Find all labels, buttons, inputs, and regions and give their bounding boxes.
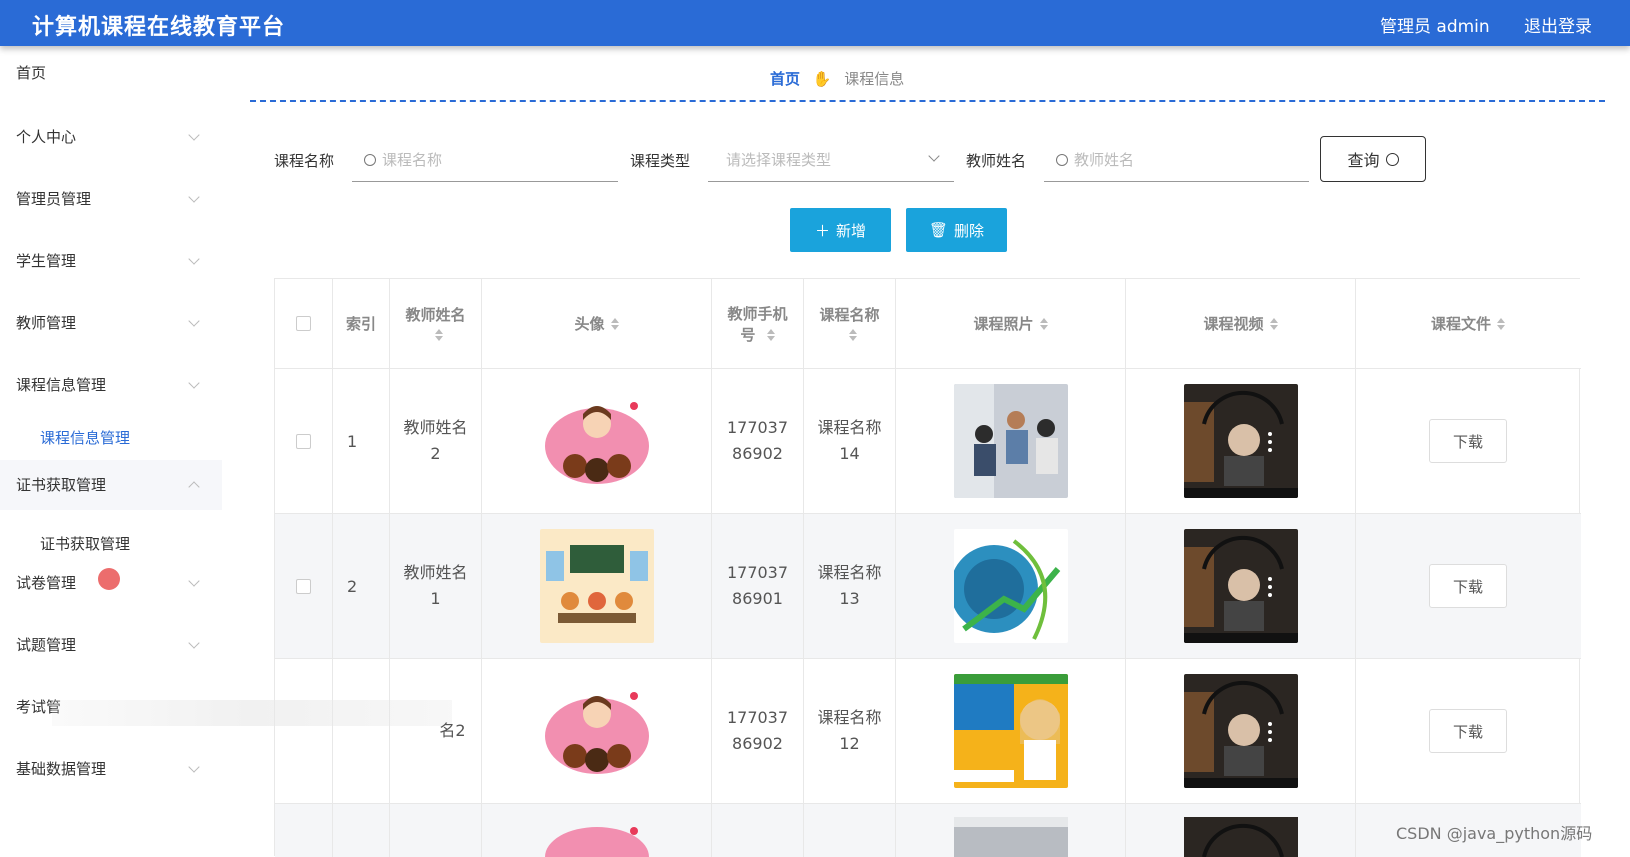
course-video-thumbnail xyxy=(1183,674,1298,788)
query-button[interactable]: 查询 xyxy=(1320,136,1426,182)
course-type-label: 课程类型 xyxy=(630,152,691,170)
plus-icon: ＋ xyxy=(814,221,830,240)
breadcrumb: 首页 ✋ 课程信息 xyxy=(770,68,904,89)
chevron-down-icon xyxy=(188,253,200,265)
sidebar-item-student-mgmt[interactable]: 学生管理 xyxy=(0,236,222,286)
course-video-thumbnail xyxy=(1183,529,1298,643)
download-button[interactable]: 下载 xyxy=(1429,419,1507,463)
avatar-cartoon-image xyxy=(539,674,654,788)
col-course-name[interactable]: 课程名称 xyxy=(804,279,896,368)
cell-teacher: 教师姓名2 xyxy=(403,418,468,463)
col-course-video[interactable]: 课程视频 xyxy=(1126,279,1356,368)
chevron-down-icon xyxy=(188,575,200,587)
table-header: 索引 教师姓名 头像 教师手机号 课程名称 课程照片 课程视频 课程文件 xyxy=(275,279,1581,369)
logout-link[interactable]: 退出登录 xyxy=(1524,12,1592,37)
course-name-label: 课程名称 xyxy=(274,152,335,170)
course-photo-english-class-poster xyxy=(953,674,1068,788)
sidebar-item-question-mgmt[interactable]: 试题管理 xyxy=(0,620,222,670)
col-index[interactable]: 索引 xyxy=(333,279,390,368)
cell-course: 课程名称12 xyxy=(817,708,882,753)
cell-course: 课程名称13 xyxy=(817,563,882,608)
mouse-cursor-indicator xyxy=(98,568,120,590)
table-row xyxy=(275,804,1581,857)
course-photo-classroom xyxy=(953,817,1068,857)
sort-icon xyxy=(1269,317,1278,330)
teacher-name-input[interactable]: 教师姓名 xyxy=(1044,138,1309,182)
select-all-checkbox[interactable] xyxy=(296,316,311,331)
app-title: 计算机课程在线教育平台 xyxy=(32,15,286,40)
col-phone[interactable]: 教师手机号 xyxy=(712,279,804,368)
table-row: 1 教师姓名2 17703786902 课程名称14 下载 xyxy=(275,369,1581,514)
avatar-cartoon-image xyxy=(539,384,654,498)
delete-button[interactable]: 🗑 删除 xyxy=(906,208,1007,252)
chevron-down-icon xyxy=(928,150,940,162)
col-course-photo[interactable]: 课程照片 xyxy=(896,279,1126,368)
cell-teacher: 名2 xyxy=(439,721,466,740)
sort-icon xyxy=(1497,317,1505,330)
download-button[interactable]: 下载 xyxy=(1429,564,1507,608)
row-checkbox[interactable] xyxy=(296,433,311,449)
sidebar-item-personal-center[interactable]: 个人中心 xyxy=(0,112,222,162)
chevron-down-icon xyxy=(188,129,200,141)
cell-index xyxy=(333,659,390,803)
search-icon xyxy=(1385,152,1399,166)
download-button[interactable]: 下载 xyxy=(1429,709,1507,753)
chevron-down-icon xyxy=(188,191,200,203)
col-course-file[interactable]: 课程文件 xyxy=(1356,279,1580,368)
chevron-down-icon xyxy=(188,637,200,649)
col-avatar[interactable]: 头像 xyxy=(482,279,712,368)
sort-icon xyxy=(1039,317,1048,330)
chevron-down-icon xyxy=(188,315,200,327)
sidebar-item-home[interactable]: 首页 xyxy=(0,48,222,98)
sidebar-item-admin-mgmt[interactable]: 管理员管理 xyxy=(0,174,222,224)
breadcrumb-current: 课程信息 xyxy=(844,70,905,88)
cell-phone: 17703786901 xyxy=(726,563,789,608)
add-button[interactable]: ＋新增 xyxy=(790,208,891,252)
cell-index: 1 xyxy=(333,369,390,513)
cell-index: 2 xyxy=(333,514,390,658)
sort-icon xyxy=(610,317,619,330)
cell-phone: 17703786902 xyxy=(726,418,789,463)
search-icon xyxy=(364,154,376,166)
sidebar-item-basic-data-mgmt[interactable]: 基础数据管理 xyxy=(0,744,222,794)
course-photo-computer-basics xyxy=(953,529,1068,643)
course-video-thumbnail xyxy=(1183,384,1298,498)
search-icon xyxy=(1056,154,1068,166)
top-header: 计算机课程在线教育平台 管理员 admin 退出登录 xyxy=(0,0,1630,46)
course-table: 索引 教师姓名 头像 教师手机号 课程名称 课程照片 课程视频 课程文件 1 教… xyxy=(274,278,1581,857)
current-user: 管理员 admin xyxy=(1380,17,1490,37)
sort-icon xyxy=(434,328,443,341)
sort-icon xyxy=(766,329,775,341)
sort-icon xyxy=(848,328,857,341)
chevron-down-icon xyxy=(188,761,200,773)
row-checkbox[interactable] xyxy=(296,578,311,594)
cell-course: 课程名称14 xyxy=(817,418,882,463)
course-video-thumbnail xyxy=(1183,817,1298,857)
hand-pointer-icon: ✋ xyxy=(812,70,832,88)
sidebar-item-teacher-mgmt[interactable]: 教师管理 xyxy=(0,298,222,348)
course-type-select[interactable]: 请选择课程类型 xyxy=(708,138,954,182)
watermark: CSDN @java_python源码 xyxy=(1396,824,1593,843)
avatar-classroom-cartoon xyxy=(539,529,654,643)
col-teacher-name[interactable]: 教师姓名 xyxy=(390,279,482,368)
chevron-up-icon xyxy=(188,481,200,493)
sidebar-item-course-mgmt[interactable]: 课程信息管理 xyxy=(0,360,222,410)
divider xyxy=(250,100,1605,102)
course-photo-classroom xyxy=(953,384,1068,498)
teacher-name-label: 教师姓名 xyxy=(966,152,1027,170)
course-name-input[interactable]: 课程名称 xyxy=(352,138,618,182)
cell-phone: 17703786902 xyxy=(726,708,789,753)
avatar-cartoon-image xyxy=(544,827,649,857)
chevron-down-icon xyxy=(188,377,200,389)
table-row: 2 教师姓名1 17703786901 课程名称13 下载 xyxy=(275,514,1581,659)
sidebar-subitem-course-info[interactable]: 课程信息管理 xyxy=(0,416,222,460)
table-row: 名2 17703786902 课程名称12 下载 xyxy=(275,659,1581,804)
breadcrumb-home[interactable]: 首页 xyxy=(770,70,800,88)
sidebar: 首页 个人中心 管理员管理 学生管理 教师管理 课程信息管理 课程信息管理 证书… xyxy=(0,46,222,856)
sidebar-item-cert-mgmt[interactable]: 证书获取管理 xyxy=(0,460,222,510)
cell-teacher: 教师姓名1 xyxy=(403,563,468,608)
trash-icon: 🗑 xyxy=(928,221,949,239)
